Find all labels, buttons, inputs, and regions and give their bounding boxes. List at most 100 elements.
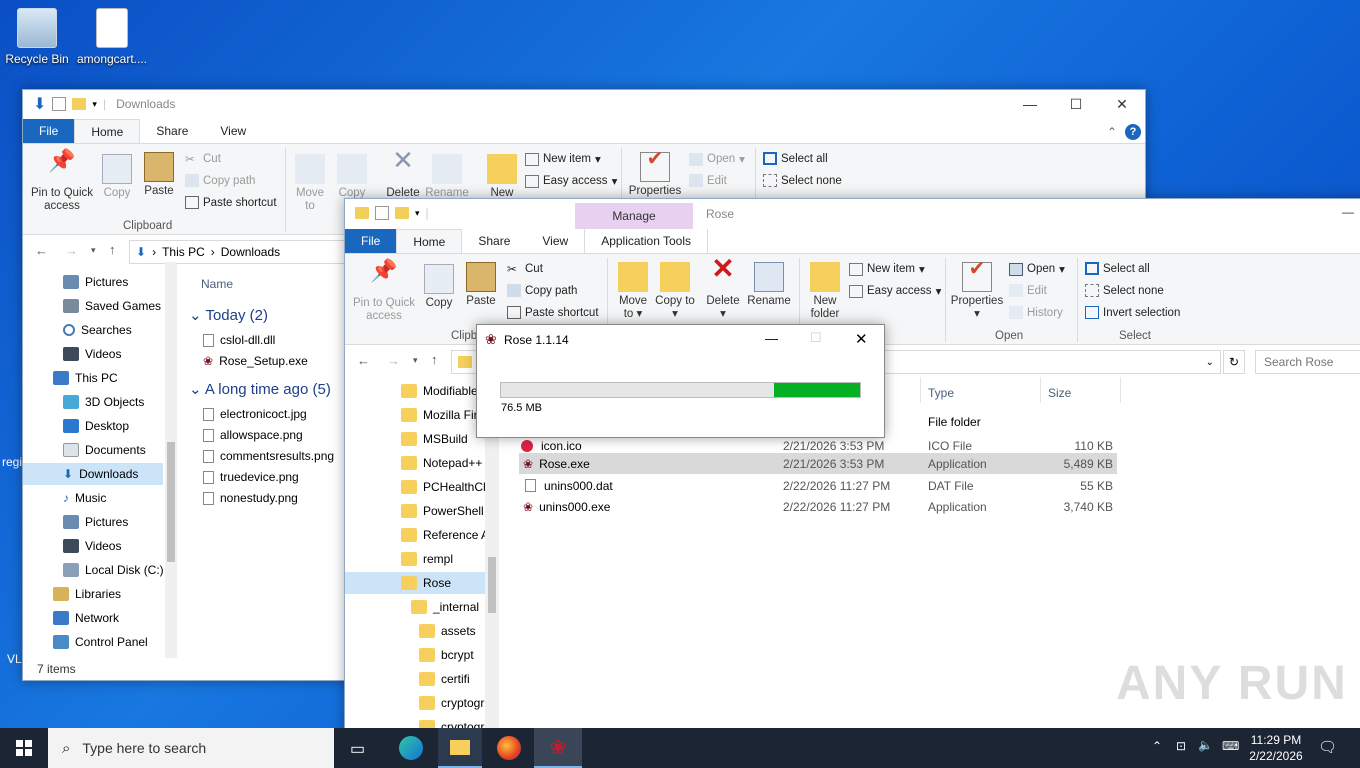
nav-folder-rose[interactable]: Rose: [345, 572, 485, 594]
down-arrow-icon[interactable]: ⬇: [33, 94, 46, 114]
nav-searches[interactable]: Searches: [63, 323, 132, 337]
file-explorer-icon[interactable]: [438, 728, 482, 768]
dialog-close-button[interactable]: ✕: [855, 330, 868, 348]
rename-button[interactable]: Rename: [747, 262, 791, 308]
delete-button[interactable]: ✕ Delete: [383, 147, 423, 200]
minimize-button[interactable]: —: [1342, 205, 1354, 219]
list-item[interactable]: truedevice.png: [203, 470, 299, 484]
start-button[interactable]: [0, 728, 48, 768]
edge-icon[interactable]: [399, 736, 423, 760]
nav-folder[interactable]: PowerShell: [401, 504, 484, 518]
edit-button[interactable]: Edit: [689, 174, 727, 187]
edit-button[interactable]: Edit: [1009, 284, 1047, 297]
nav-this-pc[interactable]: This PC: [53, 371, 118, 385]
move-to-button[interactable]: Move to: [291, 154, 329, 213]
desktop-file-icon[interactable]: amongcart....: [75, 8, 149, 66]
new-folder-button[interactable]: New folder: [805, 262, 845, 321]
nav-folder[interactable]: Mozilla Fir: [401, 408, 478, 422]
tab-home[interactable]: Home: [396, 229, 463, 253]
help-icon[interactable]: ?: [1125, 124, 1141, 140]
title-bar[interactable]: ▾ | Rose —: [345, 199, 1360, 227]
recent-dropdown-icon[interactable]: ▾: [91, 245, 96, 256]
refresh-button[interactable]: ↻: [1223, 350, 1245, 374]
new-item-button[interactable]: New item ▾: [525, 152, 601, 166]
firefox-icon[interactable]: [497, 736, 521, 760]
tray-chevron-icon[interactable]: ⌃: [1152, 739, 1162, 753]
dialog-titlebar[interactable]: ❀ Rose 1.1.14 — ☐ ✕: [477, 325, 884, 353]
qa-dropdown-icon[interactable]: ▾: [92, 99, 97, 110]
nav-folder[interactable]: Reference A: [401, 528, 489, 542]
recent-dropdown-icon[interactable]: ▾: [413, 355, 418, 366]
pin-quick-access-button[interactable]: 📌 Pin to Quick access: [29, 150, 95, 213]
select-none-button[interactable]: Select none: [1085, 284, 1164, 297]
invert-selection-button[interactable]: Invert selection: [1085, 306, 1180, 319]
notifications-icon[interactable]: 🗨: [1318, 738, 1337, 756]
folder-qa-icon[interactable]: [355, 207, 369, 219]
nav-folder[interactable]: rempl: [401, 552, 453, 566]
nav-videos-2[interactable]: Videos: [63, 539, 121, 553]
nav-folder[interactable]: _internal: [411, 600, 479, 614]
new-item-button[interactable]: New item ▾: [849, 262, 925, 276]
easy-access-button[interactable]: Easy access ▾: [525, 174, 617, 188]
address-dropdown-icon[interactable]: ⌄: [1206, 357, 1214, 368]
select-all-button[interactable]: Select all: [763, 152, 828, 165]
cut-button[interactable]: ✂ Cut: [507, 262, 543, 277]
list-item[interactable]: ❀ Rose_Setup.exe: [203, 354, 308, 368]
address-bar[interactable]: ⬇ › This PC › Downloads: [129, 240, 347, 264]
maximize-button[interactable]: ☐: [1053, 90, 1099, 118]
tab-share[interactable]: Share: [462, 229, 526, 253]
open-button[interactable]: Open ▾: [689, 152, 745, 166]
minimize-button[interactable]: —: [1007, 90, 1053, 118]
nav-saved-games[interactable]: Saved Games: [63, 299, 161, 313]
manage-context-tab[interactable]: Manage: [575, 203, 693, 229]
tab-file[interactable]: File: [23, 119, 75, 143]
column-size[interactable]: Size: [1048, 386, 1071, 400]
recycle-bin-icon[interactable]: Recycle Bin: [0, 8, 74, 66]
easy-access-button[interactable]: Easy access ▾: [849, 284, 941, 298]
breadcrumb-downloads[interactable]: Downloads: [221, 245, 280, 259]
new-button[interactable]: New: [485, 154, 519, 200]
nav-documents[interactable]: Documents: [63, 443, 146, 457]
nav-downloads[interactable]: ⬇ Downloads: [23, 463, 163, 485]
select-all-button[interactable]: Select all: [1085, 262, 1150, 275]
nav-pictures[interactable]: Pictures: [63, 275, 128, 289]
tab-share[interactable]: Share: [140, 119, 204, 143]
search-input[interactable]: [1255, 350, 1360, 374]
clock[interactable]: 11:29 PM 2/22/2026: [1244, 732, 1308, 764]
tab-file[interactable]: File: [345, 229, 397, 253]
volume-icon[interactable]: 🔈: [1198, 738, 1213, 752]
up-button[interactable]: ↑: [109, 242, 116, 257]
table-row[interactable]: ❀ unins000.exe 2/22/2026 11:27 PM Applic…: [519, 496, 1117, 517]
properties-qa-icon[interactable]: [52, 97, 67, 111]
column-type[interactable]: Type: [928, 386, 954, 400]
copy-button[interactable]: Copy: [101, 154, 133, 200]
properties-button[interactable]: ✔ Properties ▾: [947, 259, 1007, 321]
new-folder-qa-icon[interactable]: [395, 207, 409, 219]
rename-button[interactable]: Rename: [425, 154, 469, 200]
nav-folder[interactable]: assets: [419, 624, 476, 638]
nav-folder[interactable]: MSBuild: [401, 432, 468, 446]
history-button[interactable]: History: [1009, 306, 1063, 319]
move-to-button[interactable]: Move to ▾: [613, 262, 653, 321]
ribbon-collapse-icon[interactable]: ⌃: [1107, 125, 1117, 139]
copy-to-button[interactable]: Copy: [333, 154, 371, 200]
copy-to-button[interactable]: Copy to ▾: [655, 262, 695, 321]
cut-button[interactable]: ✂ Cut: [185, 152, 221, 167]
table-row[interactable]: File folder: [928, 415, 981, 429]
task-view-icon[interactable]: ▭: [350, 739, 365, 759]
back-button[interactable]: ←: [35, 243, 48, 258]
rose-taskbar-icon[interactable]: ❀: [534, 728, 582, 768]
qa-dropdown-icon[interactable]: ▾: [415, 208, 420, 219]
properties-qa-icon[interactable]: [375, 206, 389, 220]
pin-quick-access-button[interactable]: 📌 Pin to Quick access: [349, 260, 419, 323]
properties-button[interactable]: ✔ Properties: [625, 149, 685, 198]
paste-button[interactable]: Paste: [141, 152, 177, 198]
taskbar-search-box[interactable]: ⌕ Type here to search: [48, 728, 334, 768]
paste-shortcut-button[interactable]: Paste shortcut: [185, 196, 277, 209]
network-tray-icon[interactable]: ⊡: [1176, 739, 1186, 753]
copy-path-button[interactable]: Copy path: [185, 174, 255, 187]
dialog-minimize-button[interactable]: —: [765, 331, 778, 346]
nav-libraries[interactable]: Libraries: [53, 587, 121, 601]
nav-local-disk[interactable]: Local Disk (C:): [63, 563, 164, 577]
back-button[interactable]: ←: [357, 353, 370, 368]
